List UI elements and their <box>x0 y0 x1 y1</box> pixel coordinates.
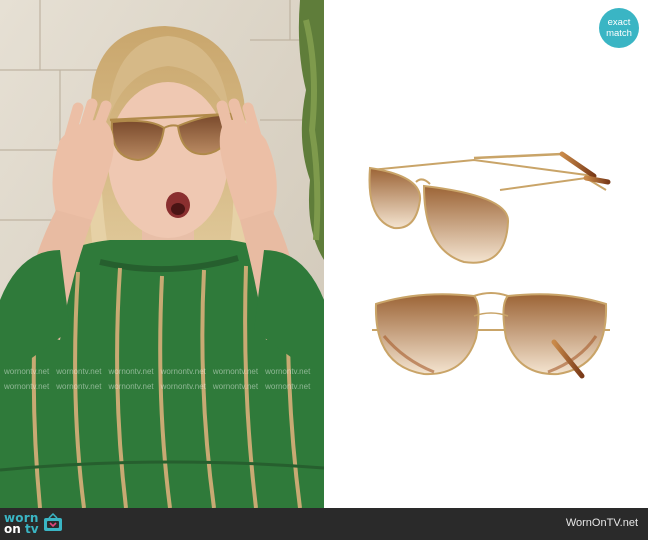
watermark-text: wornontv.net <box>56 382 102 391</box>
site-name[interactable]: WornOnTV.net <box>566 517 638 529</box>
watermark-text: wornontv.net <box>108 367 154 376</box>
watermark-text: wornontv.net <box>265 382 311 391</box>
watermark-text: wornontv.net <box>108 382 154 391</box>
watermark-text: wornontv.net <box>160 382 206 391</box>
logo-on: on <box>4 522 21 536</box>
photo-panel: wornontv.net wornontv.net wornontv.net worn… <box>0 0 324 508</box>
person-photo <box>0 0 324 508</box>
sunglasses-front-view <box>372 292 610 379</box>
sunglasses-angled-view <box>368 151 611 264</box>
watermark-text: wornontv.net <box>56 367 102 376</box>
logo-tv: tv <box>24 522 39 536</box>
badge-line2: match <box>606 28 632 39</box>
wornontv-logo[interactable]: worn on tv <box>4 511 84 537</box>
exact-match-badge[interactable]: exact match <box>599 8 639 48</box>
footer-bar: worn on tv WornOnTV.net <box>0 508 648 540</box>
watermark-text: wornontv.net <box>265 367 311 376</box>
watermark-row: wornontv.net wornontv.net wornontv.net worn… <box>0 366 324 396</box>
badge-line1: exact <box>607 17 631 28</box>
watermark-text: wornontv.net <box>212 367 259 376</box>
watermark-text: wornontv.net <box>160 367 206 376</box>
watermark-text: wornontv.net <box>4 382 50 391</box>
watermark-text: wornontv.net <box>4 367 50 376</box>
product-panel[interactable] <box>324 0 648 508</box>
watermark-text: wornontv.net <box>212 382 259 391</box>
sunglasses-product-image[interactable] <box>324 0 648 508</box>
tv-icon <box>43 513 62 531</box>
